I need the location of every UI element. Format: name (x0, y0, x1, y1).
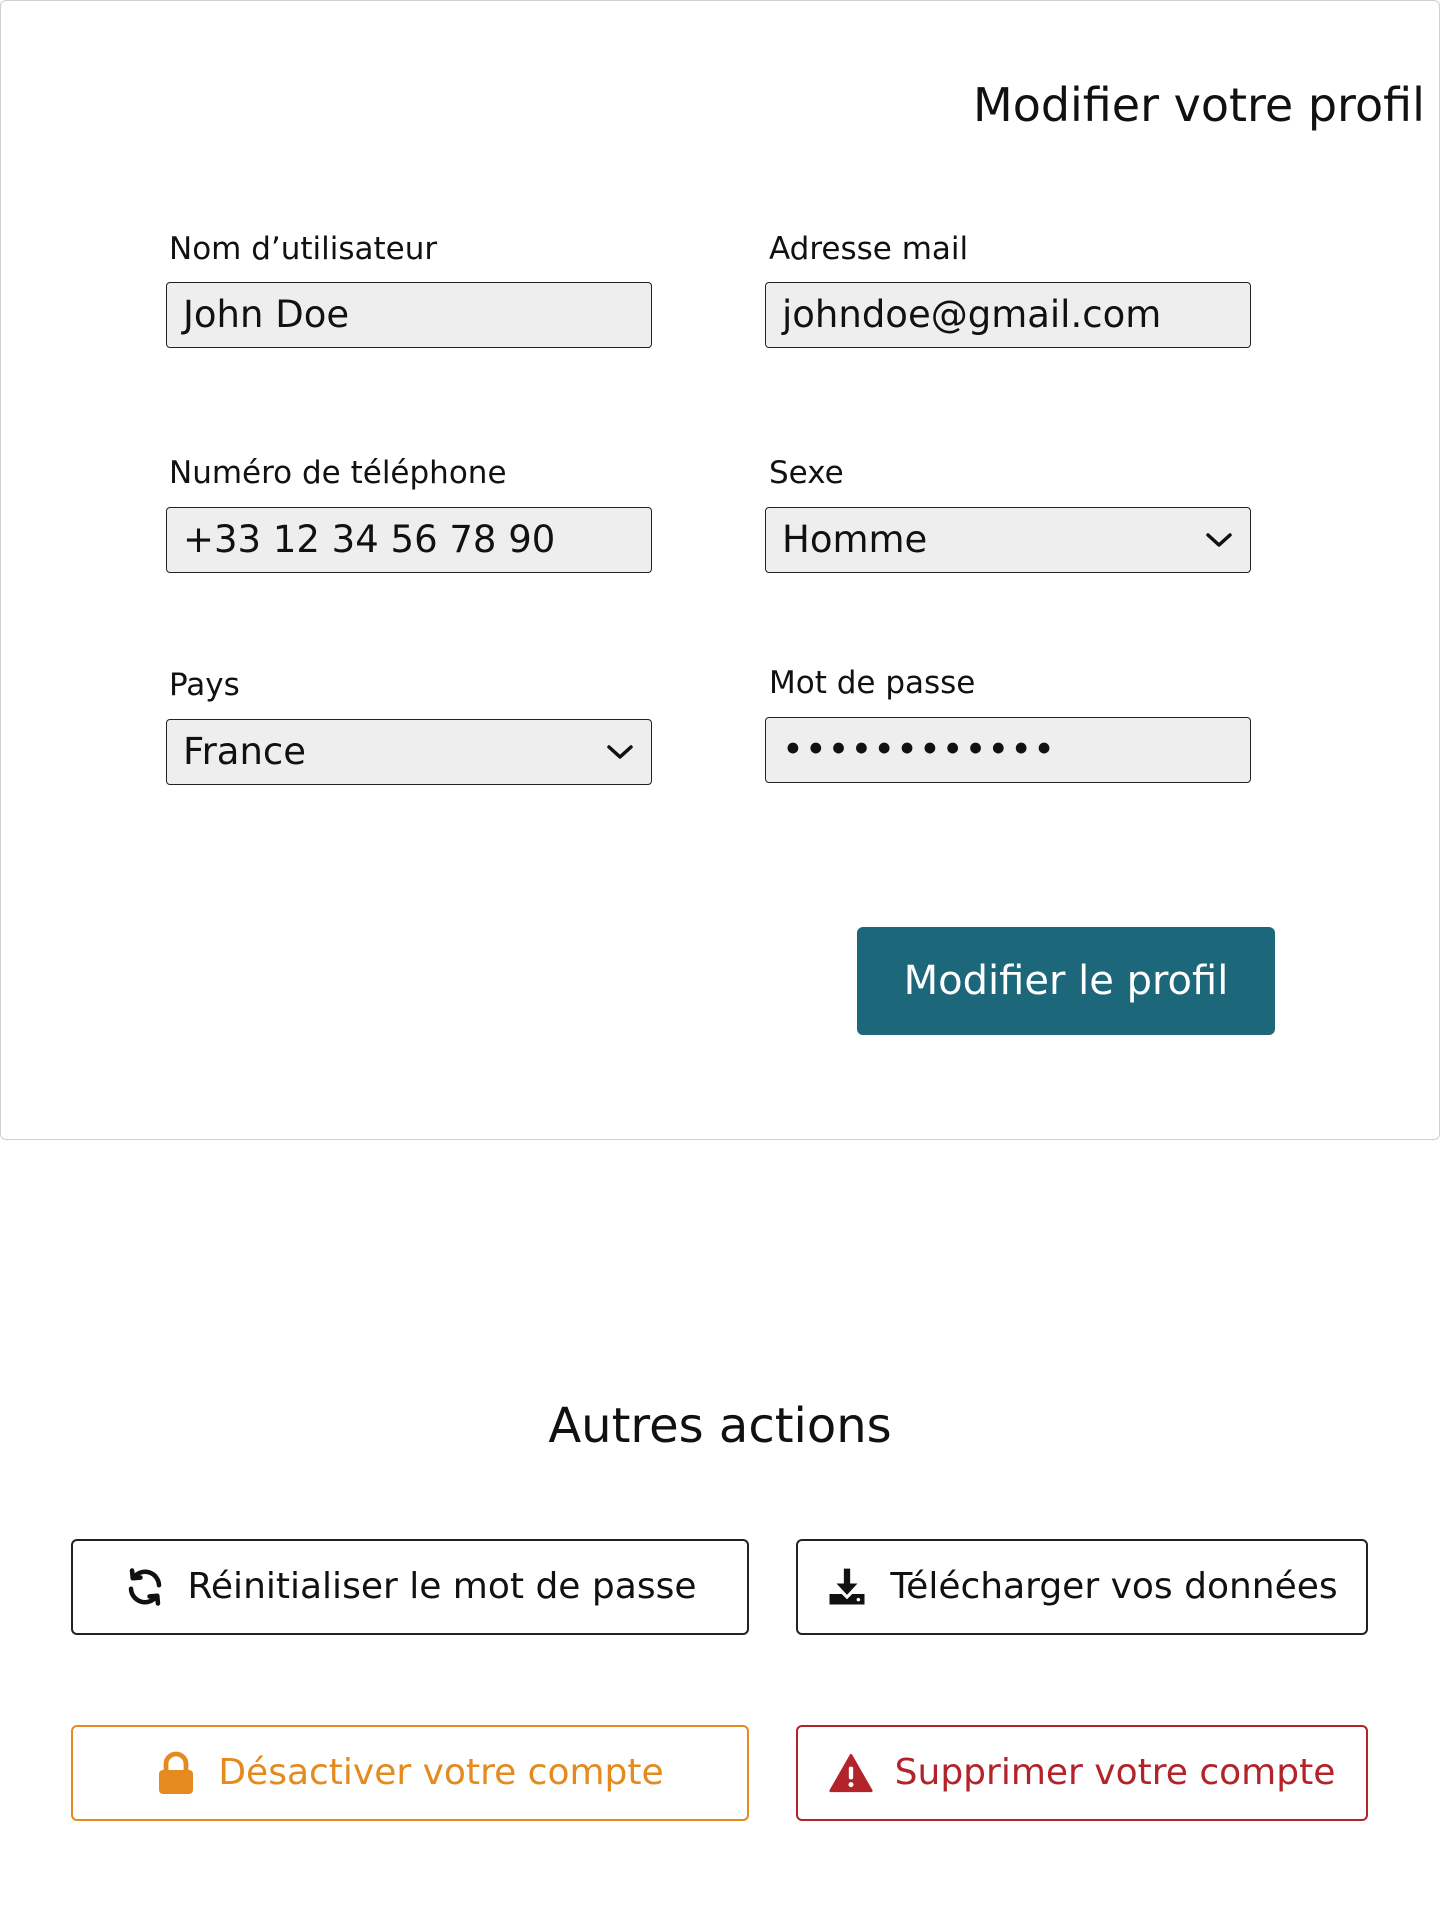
email-value: johndoe@gmail.com (782, 293, 1162, 336)
refresh-icon (124, 1566, 166, 1608)
phone-value: +33 12 34 56 78 90 (183, 518, 556, 561)
gender-value: Homme (782, 518, 928, 561)
deactivate-account-button[interactable]: Désactiver votre compte (71, 1725, 749, 1821)
username-value: John Doe (183, 293, 350, 336)
deactivate-account-label: Désactiver votre compte (218, 1752, 664, 1793)
modify-profile-button[interactable]: Modifier le profil (857, 927, 1275, 1035)
download-data-label: Télécharger vos données (890, 1566, 1338, 1607)
country-label: Pays (169, 667, 240, 703)
email-label: Adresse mail (769, 231, 969, 267)
edit-profile-card: Modifier votre profil Nom d’utilisateur … (0, 0, 1440, 1140)
warning-icon (829, 1753, 873, 1793)
page-title: Modifier votre profil (973, 78, 1425, 132)
download-data-button[interactable]: Télécharger vos données (796, 1539, 1368, 1635)
delete-account-button[interactable]: Supprimer votre compte (796, 1725, 1368, 1821)
password-field[interactable]: •••••••••••• (765, 717, 1251, 783)
chevron-down-icon (607, 745, 633, 759)
gender-label: Sexe (769, 455, 844, 491)
phone-field[interactable]: +33 12 34 56 78 90 (166, 507, 652, 573)
country-select[interactable]: France (166, 719, 652, 785)
username-label: Nom d’utilisateur (169, 231, 438, 267)
password-value: •••••••••••• (782, 728, 1056, 771)
download-icon (826, 1566, 868, 1608)
phone-label: Numéro de téléphone (169, 455, 507, 491)
reset-password-button[interactable]: Réinitialiser le mot de passe (71, 1539, 749, 1635)
email-field[interactable]: johndoe@gmail.com (765, 282, 1251, 348)
username-field[interactable]: John Doe (166, 282, 652, 348)
other-actions-title: Autres actions (548, 1398, 892, 1454)
chevron-down-icon (1206, 533, 1232, 547)
reset-password-label: Réinitialiser le mot de passe (187, 1566, 697, 1607)
gender-select[interactable]: Homme (765, 507, 1251, 573)
country-value: France (183, 730, 307, 773)
lock-icon (156, 1751, 196, 1795)
password-label: Mot de passe (769, 665, 976, 701)
delete-account-label: Supprimer votre compte (894, 1752, 1336, 1793)
